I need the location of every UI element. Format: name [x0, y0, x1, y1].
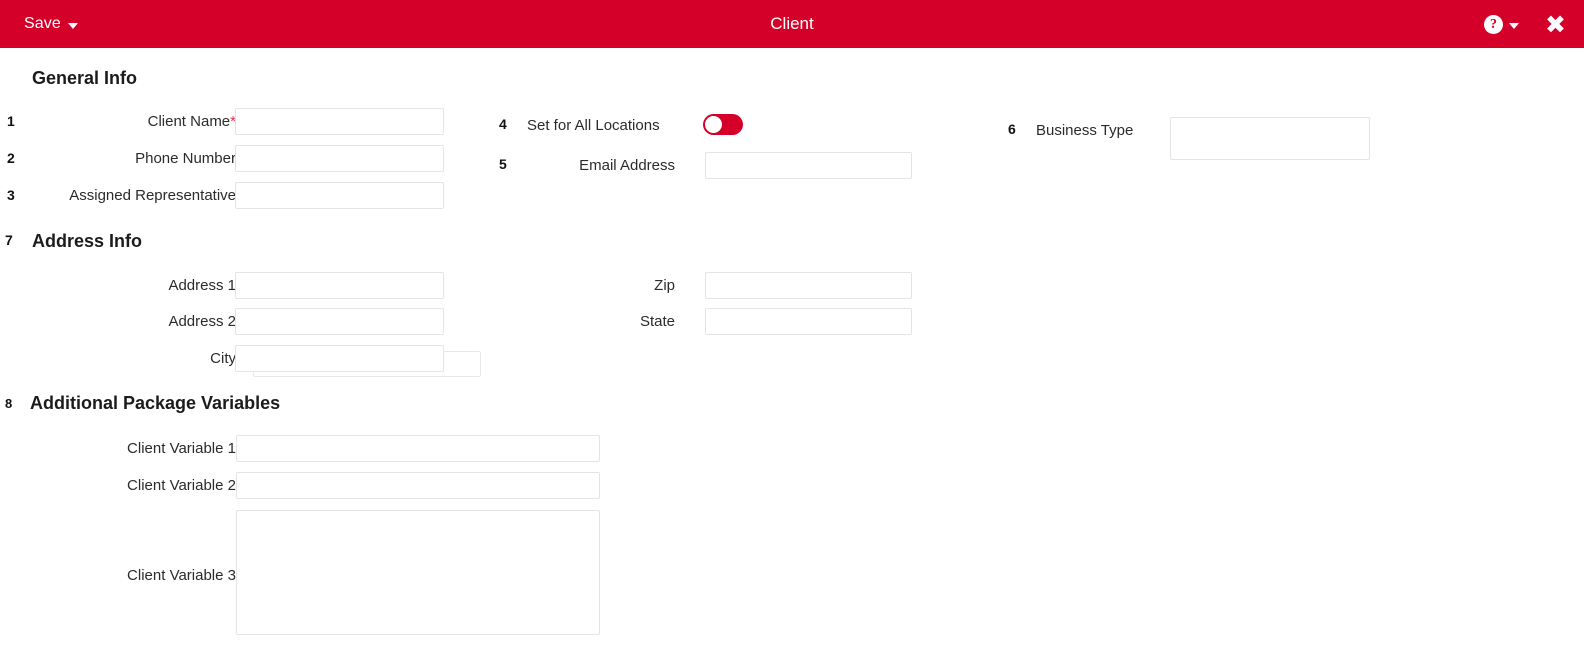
input-address-2[interactable] — [235, 308, 444, 335]
form-canvas: General Info 1 Client Name* 2 Phone Numb… — [0, 48, 1584, 660]
label-address-1: Address 1 — [168, 277, 236, 294]
close-icon[interactable]: ✖ — [1545, 12, 1566, 37]
help-circle-icon: ? — [1484, 14, 1504, 34]
field-marker-4: 4 — [499, 116, 507, 132]
input-phone-number[interactable] — [235, 145, 444, 172]
label-city-text: City — [210, 350, 236, 367]
input-state[interactable] — [705, 308, 912, 335]
label-email-address: Email Address — [579, 157, 675, 174]
label-client-name: Client Name* — [148, 114, 236, 130]
input-client-name[interactable] — [235, 108, 444, 135]
section-title-additional-package-variables: Additional Package Variables — [30, 393, 281, 413]
label-business-type: Business Type — [1036, 122, 1134, 139]
input-address-1[interactable] — [235, 272, 444, 299]
label-zip: Zip — [654, 277, 675, 294]
label-client-variable-2: Client Variable 2 — [127, 477, 236, 494]
input-client-variable-3[interactable] — [236, 510, 600, 635]
input-email-address[interactable] — [705, 152, 912, 179]
section-title-address-info: Address Info — [32, 231, 143, 251]
field-marker-3: 3 — [7, 187, 15, 203]
window-titlebar: Save Client ? ✖ — [0, 0, 1584, 48]
input-business-type[interactable] — [1170, 117, 1370, 160]
input-client-variable-1[interactable] — [236, 435, 600, 462]
toggle-set-for-all-locations[interactable] — [703, 114, 743, 135]
section-title-general-info: General Info — [32, 68, 138, 88]
label-client-variable-3: Client Variable 3 — [127, 567, 236, 584]
input-zip[interactable] — [705, 272, 912, 299]
field-marker-6: 6 — [1008, 121, 1016, 137]
toggle-knob — [705, 116, 722, 133]
label-set-for-all-locations: Set for All Locations — [527, 117, 660, 134]
label-state: State — [639, 313, 675, 330]
field-marker-5: 5 — [499, 156, 507, 172]
section-marker-7: 7 — [5, 232, 13, 248]
label-city: City — [210, 351, 236, 367]
field-marker-1: 1 — [7, 113, 15, 129]
input-assigned-representative[interactable] — [235, 182, 444, 209]
input-city[interactable] — [235, 345, 444, 372]
label-address-2: Address 2 — [168, 313, 236, 330]
help-chevron-down-icon — [1509, 22, 1520, 29]
label-phone-number: Phone Number — [135, 150, 236, 167]
help-menu-button[interactable]: ? — [1484, 14, 1520, 34]
titlebar-actions: ? ✖ — [1484, 0, 1566, 48]
section-marker-8: 8 — [5, 396, 13, 411]
label-assigned-representative: Assigned Representative — [69, 187, 236, 204]
field-marker-2: 2 — [7, 150, 15, 166]
page-title: Client — [770, 14, 814, 33]
input-client-variable-2[interactable] — [236, 472, 600, 499]
label-client-variable-1: Client Variable 1 — [127, 440, 236, 457]
label-client-name-text: Client Name — [147, 113, 231, 130]
